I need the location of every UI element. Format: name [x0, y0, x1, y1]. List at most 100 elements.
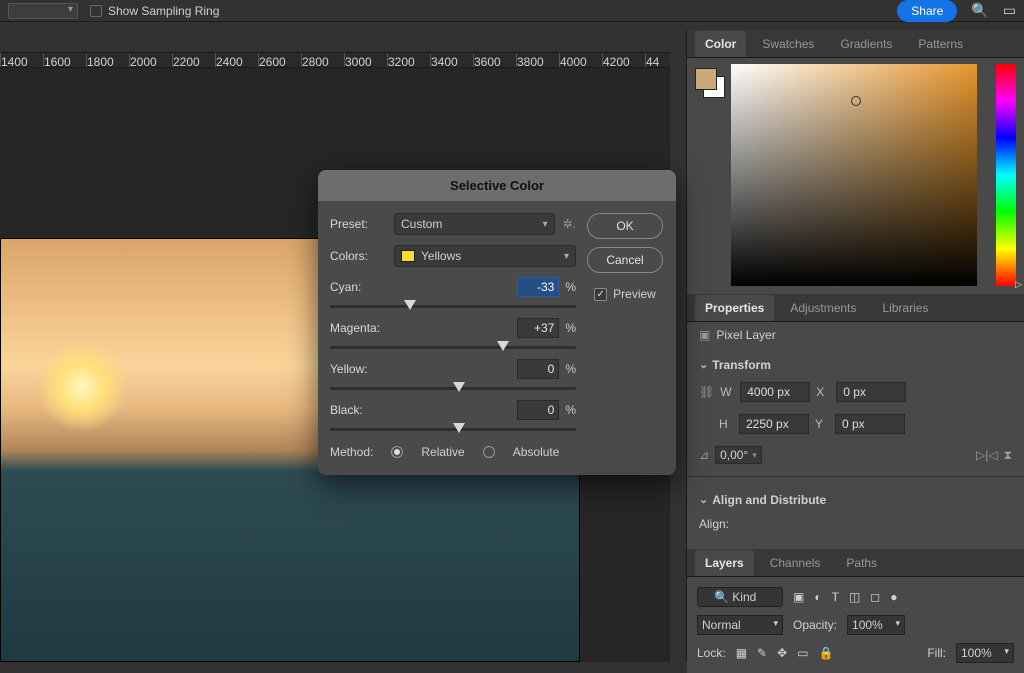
yellow-value[interactable]: 0: [517, 359, 559, 379]
cyan-label: Cyan:: [330, 280, 517, 294]
x-field[interactable]: 0 px: [836, 382, 906, 402]
ruler-mark: 1800: [86, 53, 129, 67]
y-field[interactable]: 0 px: [835, 414, 905, 434]
foreground-background-swatches[interactable]: [695, 68, 717, 90]
cancel-button[interactable]: Cancel: [587, 247, 663, 273]
magenta-slider[interactable]: [330, 346, 576, 349]
height-field[interactable]: 2250 px: [739, 414, 809, 434]
relative-radio[interactable]: [391, 446, 403, 458]
lock-transparency-icon[interactable]: ▦: [736, 646, 747, 660]
layers-panel-tabs: Layers Channels Paths: [687, 549, 1024, 577]
ruler-mark: 44: [645, 53, 688, 67]
options-bar: Show Sampling Ring Share 🔍 ▭: [0, 0, 1024, 22]
layer-type-label: Pixel Layer: [716, 328, 775, 342]
tab-paths[interactable]: Paths: [836, 550, 887, 576]
width-field[interactable]: 4000 px: [740, 382, 810, 402]
sample-size-dropdown[interactable]: [8, 3, 78, 19]
cyan-slider[interactable]: [330, 305, 576, 308]
filter-pixel-icon[interactable]: ▣: [793, 590, 804, 604]
sampling-ring-label: Show Sampling Ring: [108, 4, 219, 18]
transform-header[interactable]: Transform: [699, 348, 1012, 376]
lock-artboard-icon[interactable]: ▭: [797, 646, 808, 660]
tab-channels[interactable]: Channels: [760, 550, 831, 576]
angle-field[interactable]: 0,00°: [715, 446, 762, 464]
sampling-ring-checkbox[interactable]: [90, 5, 102, 17]
lock-label: Lock:: [697, 646, 726, 660]
x-label: X: [816, 385, 830, 399]
yellow-slider-group: Yellow:0%: [330, 359, 576, 390]
black-label: Black:: [330, 403, 517, 417]
filter-shape-icon[interactable]: ◫: [849, 590, 860, 604]
pixel-layer-icon: ▣: [699, 328, 710, 342]
align-header[interactable]: Align and Distribute: [699, 483, 1012, 511]
hue-slider[interactable]: [996, 64, 1016, 286]
ruler-mark: 3000: [344, 53, 387, 67]
yellow-slider[interactable]: [330, 387, 576, 390]
magenta-value[interactable]: +37: [517, 318, 559, 338]
align-sublabel: Align:: [699, 517, 729, 531]
tab-swatches[interactable]: Swatches: [752, 31, 824, 57]
opacity-label: Opacity:: [793, 618, 837, 632]
tab-gradients[interactable]: Gradients: [830, 31, 902, 57]
filter-toggle-icon[interactable]: ●: [890, 590, 897, 604]
cyan-value[interactable]: -33: [517, 277, 559, 297]
ok-button[interactable]: OK: [587, 213, 663, 239]
absolute-label: Absolute: [513, 445, 560, 459]
y-label: Y: [815, 417, 829, 431]
ruler-mark: 1400: [0, 53, 43, 67]
color-picker-body: ▷: [687, 58, 1024, 294]
search-icon[interactable]: 🔍: [971, 2, 988, 19]
width-label: W: [720, 385, 734, 399]
flip-horizontal-icon[interactable]: ▷|◁: [976, 448, 998, 462]
color-indicator[interactable]: [851, 96, 861, 106]
workspace-icon[interactable]: ▭: [1003, 2, 1016, 19]
yellow-label: Yellow:: [330, 362, 517, 376]
tab-properties[interactable]: Properties: [695, 295, 774, 321]
hue-expand-icon[interactable]: ▷: [1015, 279, 1022, 290]
horizontal-ruler: 1400 1600 1800 2000 2200 2400 2600 2800 …: [0, 52, 670, 68]
height-label: H: [719, 417, 733, 431]
ruler-mark: 3400: [430, 53, 473, 67]
ruler-mark: 1600: [43, 53, 86, 67]
angle-icon: ⊿: [699, 448, 709, 462]
color-field[interactable]: [731, 64, 977, 286]
filter-adjustment-icon[interactable]: ◐: [814, 590, 821, 604]
foreground-swatch[interactable]: [695, 68, 717, 90]
colors-dropdown[interactable]: Yellows: [394, 245, 576, 267]
magenta-label: Magenta:: [330, 321, 517, 335]
absolute-radio[interactable]: [483, 446, 495, 458]
link-icon[interactable]: ⛓: [699, 385, 714, 399]
lock-position-icon[interactable]: ✥: [777, 646, 787, 660]
fill-label: Fill:: [927, 646, 946, 660]
black-value[interactable]: 0: [517, 400, 559, 420]
properties-panel-tabs: Properties Adjustments Libraries: [687, 294, 1024, 322]
ruler-mark: 2800: [301, 53, 344, 67]
preset-dropdown[interactable]: Custom: [394, 213, 555, 235]
tab-patterns[interactable]: Patterns: [908, 31, 973, 57]
relative-label: Relative: [421, 445, 464, 459]
flip-vertical-icon[interactable]: ⧗: [1004, 448, 1012, 463]
ruler-mark: 3200: [387, 53, 430, 67]
dialog-title: Selective Color: [318, 170, 676, 201]
blend-mode-dropdown[interactable]: Normal: [697, 615, 783, 635]
fill-field[interactable]: 100%: [956, 643, 1014, 663]
ruler-mark: 3600: [473, 53, 516, 67]
tab-adjustments[interactable]: Adjustments: [780, 295, 866, 321]
filter-smart-icon[interactable]: ◻: [870, 590, 880, 604]
lock-all-icon[interactable]: 🔒: [819, 646, 834, 660]
share-button[interactable]: Share: [897, 0, 957, 22]
tab-layers[interactable]: Layers: [695, 550, 754, 576]
magenta-slider-group: Magenta:+37%: [330, 318, 576, 349]
tab-color[interactable]: Color: [695, 31, 746, 57]
tab-libraries[interactable]: Libraries: [872, 295, 938, 321]
preview-checkbox[interactable]: [594, 288, 607, 301]
ruler-mark: 2200: [172, 53, 215, 67]
ruler-mark: 4200: [602, 53, 645, 67]
preset-menu-icon[interactable]: ✲.: [563, 217, 576, 231]
cyan-slider-group: Cyan:-33%: [330, 277, 576, 308]
layer-filter-kind[interactable]: 🔍 Kind: [697, 587, 783, 607]
black-slider[interactable]: [330, 428, 576, 431]
lock-pixels-icon[interactable]: ✎: [757, 646, 767, 660]
filter-type-icon[interactable]: T: [832, 590, 839, 604]
opacity-field[interactable]: 100%: [847, 615, 905, 635]
